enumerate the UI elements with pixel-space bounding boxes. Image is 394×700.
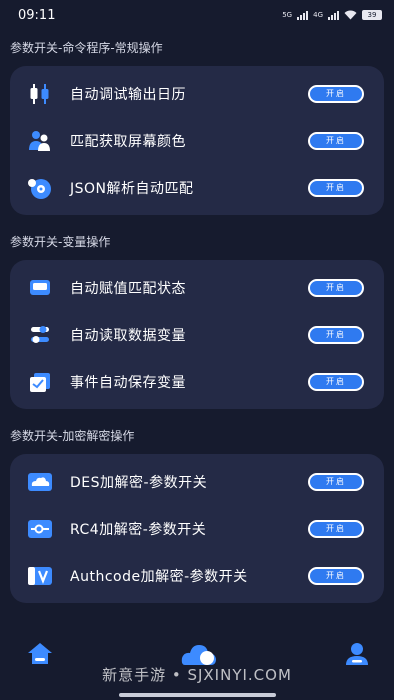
setting-row-screen-color[interactable]: 匹配获取屏幕颜色 开启 (10, 117, 384, 164)
setting-row-read-vars[interactable]: 自动读取数据变量 开启 (10, 311, 384, 358)
setting-label: 事件自动保存变量 (70, 374, 186, 391)
section-title-general: 参数开关-命令程序-常规操作 (10, 41, 163, 55)
users-icon (26, 127, 54, 155)
signal-icon (297, 10, 309, 20)
enable-toggle[interactable]: 开启 (308, 278, 364, 297)
enable-toggle[interactable]: 开启 (308, 131, 364, 150)
setting-label: Authcode加解密-参数开关 (70, 568, 248, 585)
setting-label: 自动赋值匹配状态 (70, 280, 186, 297)
status-bar: 09:11 5G 4G 39 (0, 0, 394, 30)
setting-label: 匹配获取屏幕颜色 (70, 133, 186, 150)
sliders-icon (26, 321, 54, 349)
disc-icon (26, 174, 54, 202)
setting-label: RC4加解密-参数开关 (70, 521, 207, 538)
v-window-icon (26, 562, 54, 590)
home-indicator[interactable] (119, 693, 276, 697)
section-title-variables: 参数开关-变量操作 (10, 235, 111, 249)
status-time: 09:11 (18, 7, 56, 23)
setting-label: JSON解析自动匹配 (70, 180, 194, 197)
setting-row-save-vars[interactable]: 事件自动保存变量 开启 (10, 358, 384, 405)
battery-icon: 39 (362, 10, 382, 20)
enable-toggle[interactable]: 开启 (308, 472, 364, 491)
settings-card-crypto: DES加解密-参数开关 开启 RC4加解密-参数开关 开启 Authcode加解… (10, 454, 384, 603)
enable-toggle[interactable]: 开启 (308, 178, 364, 197)
enable-toggle[interactable]: 开启 (308, 566, 364, 585)
settings-card-variables: 自动赋值匹配状态 开启 自动读取数据变量 开启 事件自动保存变量 开启 (10, 260, 384, 409)
enable-toggle[interactable]: 开启 (308, 84, 364, 103)
network-5g-label: 5G (282, 11, 293, 19)
setting-row-calendar[interactable]: 自动调试输出日历 开启 (10, 70, 384, 117)
setting-row-assign-state[interactable]: 自动赋值匹配状态 开启 (10, 264, 384, 311)
enable-toggle[interactable]: 开启 (308, 372, 364, 391)
setting-label: DES加解密-参数开关 (70, 474, 208, 491)
setting-row-authcode[interactable]: Authcode加解密-参数开关 开启 (10, 552, 384, 599)
settings-card-general: 自动调试输出日历 开启 匹配获取屏幕颜色 开启 JSON解析自动匹配 开启 (10, 66, 384, 215)
slider-window-icon (26, 515, 54, 543)
wifi-icon (344, 10, 357, 20)
checkbox-icon (26, 368, 54, 396)
enable-toggle[interactable]: 开启 (308, 519, 364, 538)
cloud-window-icon (26, 468, 54, 496)
section-title-crypto: 参数开关-加密解密操作 (10, 429, 135, 443)
setting-row-des[interactable]: DES加解密-参数开关 开启 (10, 458, 384, 505)
card-icon (26, 274, 54, 302)
candlestick-icon (26, 80, 54, 108)
setting-row-json[interactable]: JSON解析自动匹配 开启 (10, 164, 384, 211)
network-4g-label: 4G (313, 11, 323, 19)
status-icons: 5G 4G 39 (282, 10, 382, 20)
setting-label: 自动调试输出日历 (70, 86, 186, 103)
enable-toggle[interactable]: 开启 (308, 325, 364, 344)
setting-label: 自动读取数据变量 (70, 327, 186, 344)
setting-row-rc4[interactable]: RC4加解密-参数开关 开启 (10, 505, 384, 552)
signal-icon-2 (328, 10, 339, 20)
watermark-text: 新意手游 • SJXINYI.COM (102, 666, 292, 684)
